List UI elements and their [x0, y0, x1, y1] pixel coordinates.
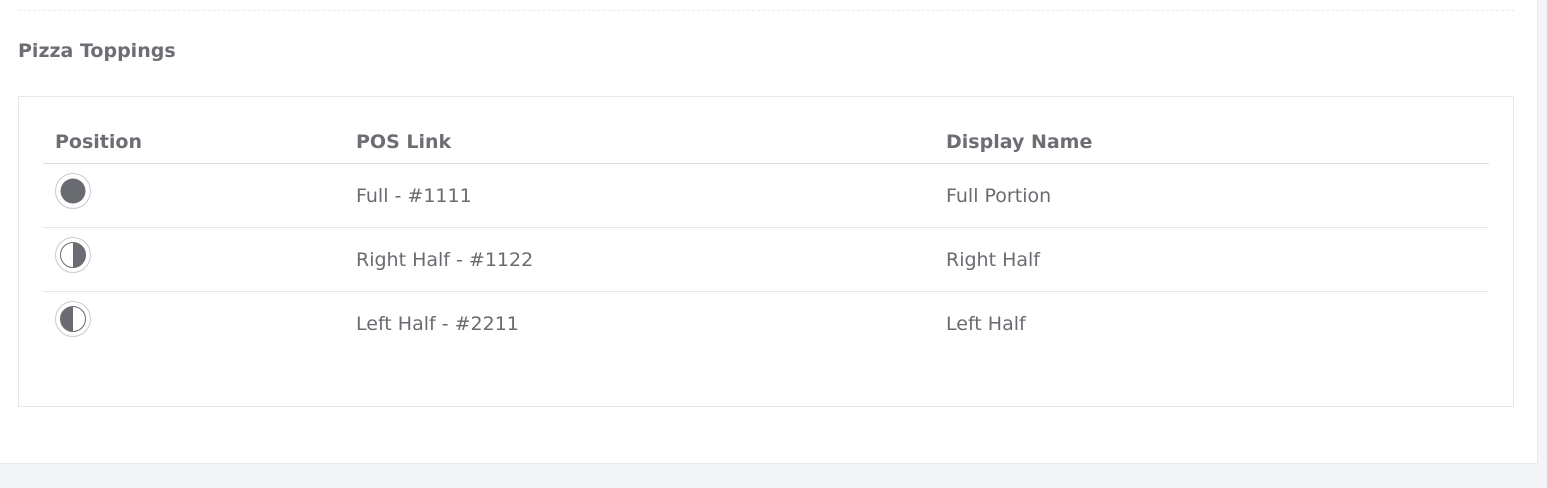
table-row: Right Half - #1122 Right Half: [43, 227, 1489, 292]
toppings-table-container: Position POS Link Display Name Full - #1…: [18, 96, 1514, 407]
display-name-cell: Left Half: [946, 312, 1026, 335]
left-half-circle-icon: [55, 301, 91, 337]
right-half-circle-icon: [55, 237, 91, 273]
header-display-name: Display Name: [934, 121, 1489, 164]
position-cell: [43, 227, 344, 292]
section-divider: [18, 10, 1514, 11]
pos-link-cell: Left Half - #2211: [356, 312, 519, 335]
table-row: Left Half - #2211 Left Half: [43, 292, 1489, 356]
header-pos-link: POS Link: [344, 121, 934, 164]
pos-link-cell: Full - #1111: [344, 163, 934, 228]
pos-link-cell: Right Half - #1122: [344, 227, 934, 292]
toppings-table: Position POS Link Display Name Full - #1…: [43, 121, 1489, 355]
header-position: Position: [43, 121, 344, 164]
full-circle-icon: [55, 173, 91, 209]
display-name-cell: Right Half: [934, 227, 1489, 292]
table-header-row: Position POS Link Display Name: [43, 121, 1489, 164]
display-name-cell: Full Portion: [934, 163, 1489, 228]
position-cell: [43, 292, 344, 356]
section-title: Pizza Toppings: [18, 40, 176, 62]
position-cell: [43, 163, 344, 228]
table-row: Full - #1111 Full Portion: [43, 163, 1489, 228]
pizza-toppings-card: Pizza Toppings Position POS Link Display…: [0, 0, 1538, 464]
